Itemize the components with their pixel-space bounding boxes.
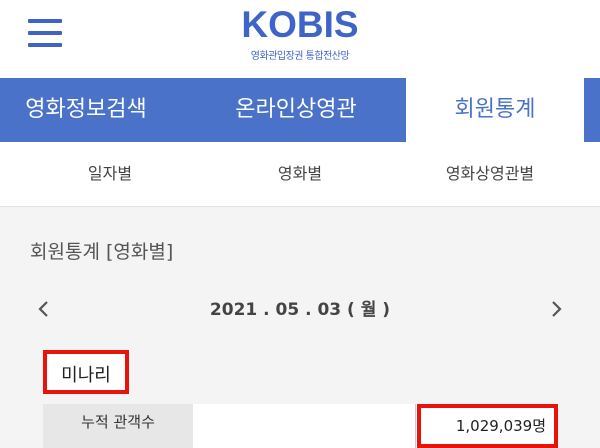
movie-title: 미나리 [61,365,111,386]
stat-value: 1,029,039명 [455,417,546,435]
subtab-by-movie[interactable]: 영화별 [250,142,350,206]
stat-row: 누적 관객수 1,029,039명 [43,404,558,448]
date-navigator: 2021 . 05 . 03 ( 월 ) [0,287,600,331]
tab-online-theater[interactable]: 온라인상영관 [206,78,386,142]
chevron-right-icon[interactable] [544,297,568,321]
divider [415,404,416,448]
section-title: 회원통계 [영화별] [30,241,174,263]
current-date: 2021 . 05 . 03 ( 월 ) [209,300,391,320]
main-nav: 영화정보검색 온라인상영관 회원통계 [0,78,600,142]
stats-section: 회원통계 [영화별] 2021 . 05 . 03 ( 월 ) 미나리 누적 관… [0,207,600,448]
logo-title: KOBIS [241,4,359,45]
tab-member-stats[interactable]: 회원통계 [406,78,584,142]
subtab-by-theater[interactable]: 영화상영관별 [420,142,560,206]
logo-subtitle: 영화관입장권 통합전산망 [250,51,350,62]
stat-value-highlight: 1,029,039명 [417,404,558,448]
movie-title-highlight: 미나리 [43,350,129,394]
tab-movie-search[interactable]: 영화정보검색 [0,78,186,142]
header: KOBIS 영화관입장권 통합전산망 [0,0,600,78]
sub-nav: 일자별 영화별 영화상영관별 [0,142,600,207]
logo[interactable]: KOBIS 영화관입장권 통합전산망 [0,4,600,63]
subtab-by-date[interactable]: 일자별 [60,142,160,206]
stat-label: 누적 관객수 [43,404,193,448]
